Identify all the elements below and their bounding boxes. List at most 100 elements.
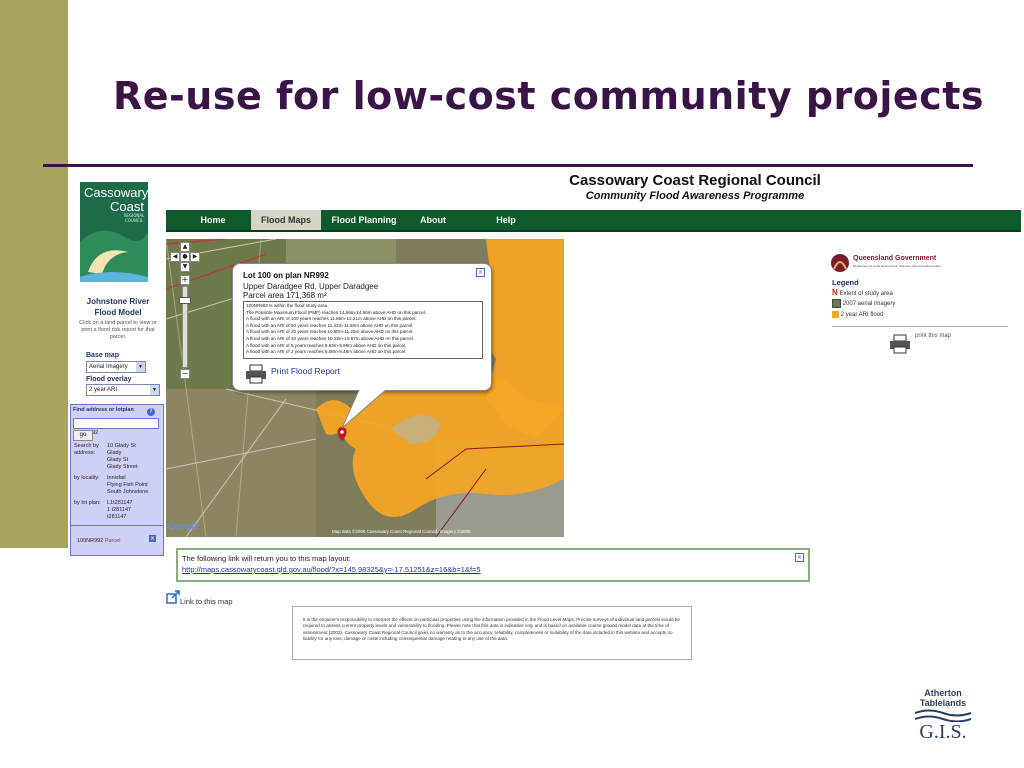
legend-item: N Extent of study area — [832, 288, 893, 297]
zoom-in-icon[interactable]: + — [180, 275, 190, 285]
pan-up-icon[interactable]: ▲ — [180, 242, 190, 252]
lot-plan-example[interactable]: t281147 — [107, 514, 133, 521]
flood-detail-line: A flood with an ARI of 20 years reaches … — [246, 329, 414, 335]
legend-label: 2 year ARI flood — [840, 312, 884, 319]
close-icon[interactable]: × — [149, 535, 156, 542]
flood-detail-line: A flood with an ARI of 50 years reaches … — [246, 322, 414, 328]
queensland-government-logo: Queensland Government Department of Loca… — [830, 252, 941, 274]
lot-plan-examples: L1t281147 1 t281147 t281147 — [107, 500, 133, 521]
logo-line2: Tablelands — [919, 698, 967, 708]
base-map-label: Base map — [86, 352, 120, 359]
locality-examples: Innisfail Flying Fish Point South Johnst… — [107, 475, 148, 496]
link-to-this-map[interactable]: Link to this map — [180, 597, 233, 606]
locality-example[interactable]: Flying Fish Point — [107, 482, 148, 489]
council-logo[interactable]: Cassowary Coast REGIONAL COUNCIL — [80, 182, 148, 282]
locality-example[interactable]: South Johnstone — [107, 489, 148, 496]
legend-label: Extent of study area — [839, 291, 893, 297]
nav-about[interactable]: About — [408, 210, 458, 230]
find-input[interactable]: 100nr992 — [73, 418, 159, 436]
title-divider — [43, 164, 973, 167]
chevron-down-icon: ▼ — [136, 362, 145, 372]
atherton-tablelands-gis-logo: Atherton Tablelands G.I.S. — [908, 688, 978, 752]
qld-gov-name: Queensland Government — [853, 255, 937, 262]
flood-details-box: 100NR992 is within the flood study area.… — [243, 301, 483, 359]
qld-gov-dept: Department of Local Government, Planning… — [853, 264, 941, 268]
find-divider — [71, 525, 163, 526]
legend-divider — [832, 326, 1008, 327]
map-attribution: Map data ©2008 Cassowary Coast Regional … — [332, 529, 471, 534]
close-icon[interactable]: × — [476, 268, 485, 277]
close-icon[interactable]: × — [795, 553, 804, 562]
address-examples: 10 Glady St Glady Glady St Glady Street — [107, 443, 138, 471]
zoom-out-icon[interactable]: − — [180, 369, 190, 379]
base-map-select[interactable]: Aerial Imagery ▼ — [86, 361, 146, 373]
logo-line1: Atherton — [924, 688, 962, 698]
map-link-box: The following link will return you to th… — [176, 548, 810, 582]
search-by-address-label: Search by address: — [74, 443, 99, 456]
lot-plan-example[interactable]: 1 t281147 — [107, 507, 133, 514]
result-type: Parcel — [104, 538, 121, 544]
chevron-down-icon: ▼ — [150, 385, 159, 395]
by-locality-label: by locality: — [74, 475, 100, 481]
pan-center-icon[interactable]: ● — [180, 252, 190, 262]
legend-item: 2 year ARI flood — [832, 311, 883, 318]
address-example[interactable]: Glady St — [107, 457, 138, 464]
external-link-icon[interactable] — [166, 590, 180, 604]
address-example[interactable]: 10 Glady St — [107, 443, 138, 450]
printer-icon[interactable] — [245, 364, 267, 384]
lot-plan-example[interactable]: L1t281147 — [107, 500, 133, 507]
model-title-line1: Johnstone River — [86, 297, 150, 306]
locality-example[interactable]: Innisfail — [107, 475, 148, 482]
pan-down-icon[interactable]: ▼ — [180, 262, 190, 272]
nav-flood-maps[interactable]: Flood Maps — [251, 210, 321, 230]
flood-detail-line: The Possible Maximum Flood (PMF) reaches… — [246, 309, 426, 315]
slide-title: Re-use for low-cost community projects — [113, 74, 985, 118]
disclaimer-text: It is the enquirer's responsibility to i… — [303, 617, 680, 642]
model-title: Johnstone River Flood Model — [74, 296, 162, 318]
flood-overlay-select[interactable]: 2 year ARI ▼ — [86, 384, 160, 396]
flood-detail-line: A flood with an ARI of 100 years reaches… — [246, 316, 417, 322]
search-result[interactable]: 100NR992 Parcel — [77, 538, 120, 545]
flood-detail-line: A flood with an ARI of 2 years reaches 8… — [246, 349, 407, 355]
study-area-icon: N — [832, 288, 838, 297]
logo-text-line2: Coast — [110, 199, 144, 214]
popup-tail — [341, 388, 390, 429]
logo-text-line1: Cassowary — [84, 185, 148, 200]
disclaimer-box: It is the enquirer's responsibility to i… — [292, 606, 692, 660]
nav-flood-planning[interactable]: Flood Planning — [324, 210, 404, 230]
flood-overlay-label: Flood overlay — [86, 376, 132, 383]
address-example[interactable]: Glady — [107, 450, 138, 457]
pan-left-icon[interactable]: ◀ — [170, 252, 180, 262]
by-lot-plan-label: by lot plan: — [74, 500, 101, 506]
print-this-map-link[interactable]: print this map — [915, 333, 951, 339]
help-icon[interactable]: ? — [147, 408, 155, 416]
flood-detail-line: A flood with an ARI of 5 years reaches 9… — [246, 342, 407, 348]
main-nav: Home Flood Maps Flood Planning About Hel… — [166, 210, 1021, 232]
popup-area: Parcel area 171,368 m² — [243, 291, 327, 300]
base-map-value: Aerial Imagery — [89, 364, 128, 370]
printer-icon[interactable] — [889, 334, 911, 354]
left-accent-bar — [0, 0, 68, 548]
go-button[interactable]: go — [73, 430, 93, 441]
find-label: Find address or lotplan — [73, 407, 134, 413]
model-title-line2: Flood Model — [94, 308, 142, 317]
legend-item: 2007 aerial imagery — [832, 299, 895, 308]
nav-help[interactable]: Help — [481, 210, 531, 230]
address-example[interactable]: Glady Street — [107, 464, 138, 471]
zoom-slider-handle[interactable] — [179, 297, 191, 304]
model-help-text: Click on a land parcel to view or print … — [79, 320, 157, 340]
site-subtitle: Community Flood Awareness Programme — [585, 190, 805, 202]
legend-label: 2007 aerial imagery — [842, 301, 896, 308]
flood-detail-line: 100NR992 is within the flood study area. — [246, 303, 329, 308]
map-link-url[interactable]: http://maps.cassowarycoast.qld.gov.au/fl… — [182, 565, 481, 574]
site-title: Cassowary Coast Regional Council — [569, 172, 821, 189]
flood-overlay-value: 2 year ARI — [89, 387, 118, 393]
legend-title: Legend — [832, 278, 859, 287]
nav-home[interactable]: Home — [178, 210, 248, 230]
find-panel: Find address or lotplan ? 100nr992 go Se… — [70, 404, 164, 556]
print-flood-report-link[interactable]: Print Flood Report — [271, 366, 340, 376]
popup-title: Lot 100 on plan NR992 — [243, 271, 329, 280]
logo-line3: G.I.S. — [919, 721, 967, 743]
map-link-intro: The following link will return you to th… — [182, 554, 351, 563]
pan-right-icon[interactable]: ▶ — [190, 252, 200, 262]
